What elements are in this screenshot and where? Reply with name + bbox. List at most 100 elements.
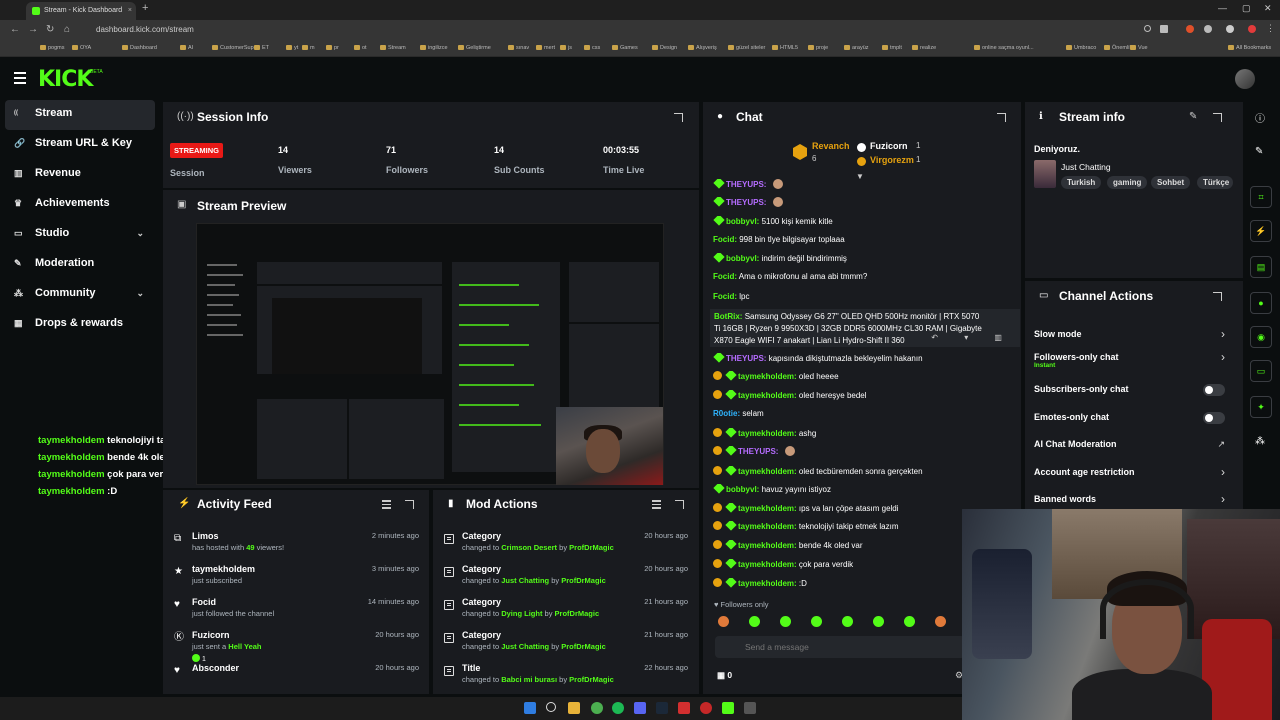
sidebar-item-stream[interactable]: ((Stream — [5, 100, 155, 130]
stream-tag[interactable]: Turkish — [1061, 176, 1102, 189]
emote-icon[interactable] — [811, 616, 822, 627]
activity-username[interactable]: Focid — [192, 597, 216, 607]
steam-icon[interactable] — [656, 702, 668, 714]
info-icon[interactable]: ⓘ — [1255, 110, 1265, 125]
bookmark-item[interactable]: Önemli! — [1104, 45, 1131, 51]
bookmark-item[interactable]: Dashboard — [122, 45, 157, 51]
channel-action-slow-mode[interactable]: Slow mode › — [1034, 327, 1229, 349]
activity-username[interactable]: Limos — [192, 531, 219, 541]
chevron-right-icon[interactable]: › — [1221, 327, 1225, 341]
gifter-name[interactable]: Fuzicorn — [870, 141, 908, 151]
extension-icon[interactable] — [1186, 25, 1194, 33]
close-window-icon[interactable]: ✕ — [1264, 3, 1272, 14]
bookmark-item[interactable]: CustomerSup — [212, 45, 254, 51]
sidebar-item-revenue[interactable]: ▥ Revenue — [0, 160, 160, 190]
bookmark-item[interactable]: ot — [354, 45, 367, 51]
extension-icon[interactable] — [1204, 25, 1212, 33]
url-field[interactable]: dashboard.kick.com/stream — [96, 25, 194, 34]
mod-action-user[interactable]: ProfDrMagic — [569, 675, 614, 684]
chrome-icon[interactable] — [591, 702, 603, 714]
chat-username[interactable]: R0otie: — [713, 409, 740, 418]
stream-tag[interactable]: Türkçe — [1197, 176, 1233, 189]
popout-icon[interactable] — [405, 500, 414, 509]
bookmark-item[interactable]: Geliştirme — [458, 45, 491, 51]
chat-username[interactable]: THEYUPS: — [726, 354, 766, 363]
windows-start-icon[interactable] — [524, 702, 536, 714]
stream-tag[interactable]: gaming — [1107, 176, 1148, 189]
minimize-icon[interactable]: — — [1218, 3, 1227, 13]
filter-icon[interactable] — [652, 500, 661, 511]
new-tab-icon[interactable]: + — [142, 2, 148, 14]
emote-icon[interactable] — [718, 616, 729, 627]
chat-username[interactable]: Focid: — [713, 272, 737, 281]
chevron-down-icon[interactable]: ⌄ — [136, 280, 144, 306]
message-tools[interactable]: ↶ ▾ ▥ — [931, 333, 1014, 342]
chat-username[interactable]: taymekholdem: — [738, 504, 797, 513]
chat-username[interactable]: THEYUPS: — [726, 198, 766, 207]
emote-icon[interactable] — [935, 616, 946, 627]
popout-icon[interactable] — [1213, 292, 1222, 301]
bookmark-item[interactable]: arayüz — [844, 45, 869, 51]
emote-icon[interactable] — [873, 616, 884, 627]
bookmark-item[interactable]: Umbraco — [1066, 45, 1096, 51]
emote-icon[interactable] — [780, 616, 791, 627]
file-explorer-icon[interactable] — [568, 702, 580, 714]
chat-username[interactable]: taymekholdem: — [738, 391, 797, 400]
activity-username[interactable]: Fuzicorn — [192, 630, 230, 640]
back-icon[interactable]: ← — [10, 24, 20, 35]
bookmark-item[interactable]: Design — [652, 45, 677, 51]
users-icon[interactable]: ⁂ — [1255, 436, 1265, 447]
search-icon[interactable] — [546, 702, 556, 712]
bookmark-item[interactable]: güzel siteler — [728, 45, 765, 51]
chevron-right-icon[interactable]: › — [1221, 465, 1225, 479]
emote-icon[interactable] — [749, 616, 760, 627]
chat-username[interactable]: taymekholdem: — [738, 522, 797, 531]
sidebar-item-achievements[interactable]: ♛ Achievements — [0, 190, 160, 220]
document-icon[interactable]: ▤ — [1250, 256, 1272, 278]
popout-icon[interactable] — [1213, 113, 1222, 122]
bookmark-item[interactable]: realize — [912, 45, 936, 51]
mod-action-user[interactable]: ProfDrMagic — [561, 576, 606, 585]
chat-username[interactable]: bobbyvl: — [726, 485, 759, 494]
search-icon[interactable] — [1144, 25, 1151, 32]
reload-icon[interactable]: ↻ — [46, 24, 54, 35]
gifter-name[interactable]: Revanch — [812, 141, 850, 151]
stream-tag[interactable]: Sohbet — [1151, 176, 1191, 189]
toggle-switch[interactable] — [1203, 384, 1225, 396]
profile-icon[interactable] — [1248, 25, 1256, 33]
chat-username[interactable]: taymekholdem: — [738, 579, 797, 588]
activity-username[interactable]: Absconder — [192, 663, 239, 673]
extension-icon[interactable] — [1226, 25, 1234, 33]
app-icon[interactable] — [700, 702, 712, 714]
bookmark-item[interactable]: AI — [180, 45, 193, 51]
bookmark-item[interactable]: pr — [326, 45, 339, 51]
channel-action-account-age-restriction[interactable]: Account age restriction › — [1034, 465, 1229, 487]
kick-app-icon[interactable] — [722, 702, 734, 714]
sidebar-item-community[interactable]: ⁂ Community ⌄ — [0, 280, 160, 310]
discord-icon[interactable] — [634, 702, 646, 714]
chat-username[interactable]: taymekholdem: — [738, 467, 797, 476]
home-icon[interactable]: ⌂ — [64, 24, 70, 35]
bookmark-item[interactable]: ingilizce — [420, 45, 448, 51]
sidebar-item-drops-rewards[interactable]: ▦ Drops & rewards — [0, 310, 160, 340]
forward-icon[interactable]: → — [28, 24, 38, 35]
menu-icon[interactable] — [14, 72, 26, 84]
bookmark-item[interactable]: css — [584, 45, 600, 51]
maximize-icon[interactable]: ▢ — [1242, 3, 1251, 14]
popout-icon[interactable] — [997, 113, 1006, 122]
bookmark-item[interactable]: yt — [286, 45, 298, 51]
chat-username[interactable]: THEYUPS: — [738, 447, 778, 456]
chat-username[interactable]: bobbyvl: — [726, 217, 759, 226]
category-name[interactable]: Just Chatting — [1061, 162, 1111, 172]
external-link-icon[interactable]: ↗ — [1217, 439, 1225, 450]
chat-points[interactable]: ▦ 0 — [717, 670, 732, 681]
gifter-name[interactable]: Virgorezm — [870, 155, 914, 165]
emote-icon[interactable] — [904, 616, 915, 627]
bookmark-item[interactable]: sınav — [508, 45, 529, 51]
bot-username[interactable]: BotRix: — [714, 312, 742, 321]
channel-action-subscribers-only-chat[interactable]: Subscribers-only chat — [1034, 384, 1229, 404]
browser-tab[interactable]: Stream - Kick Dashboard × — [26, 2, 136, 20]
bookmark-item[interactable]: Alışveriş — [688, 45, 717, 51]
bookmark-item[interactable]: mert — [536, 45, 555, 51]
wrench-icon[interactable]: ✦ — [1250, 396, 1272, 418]
